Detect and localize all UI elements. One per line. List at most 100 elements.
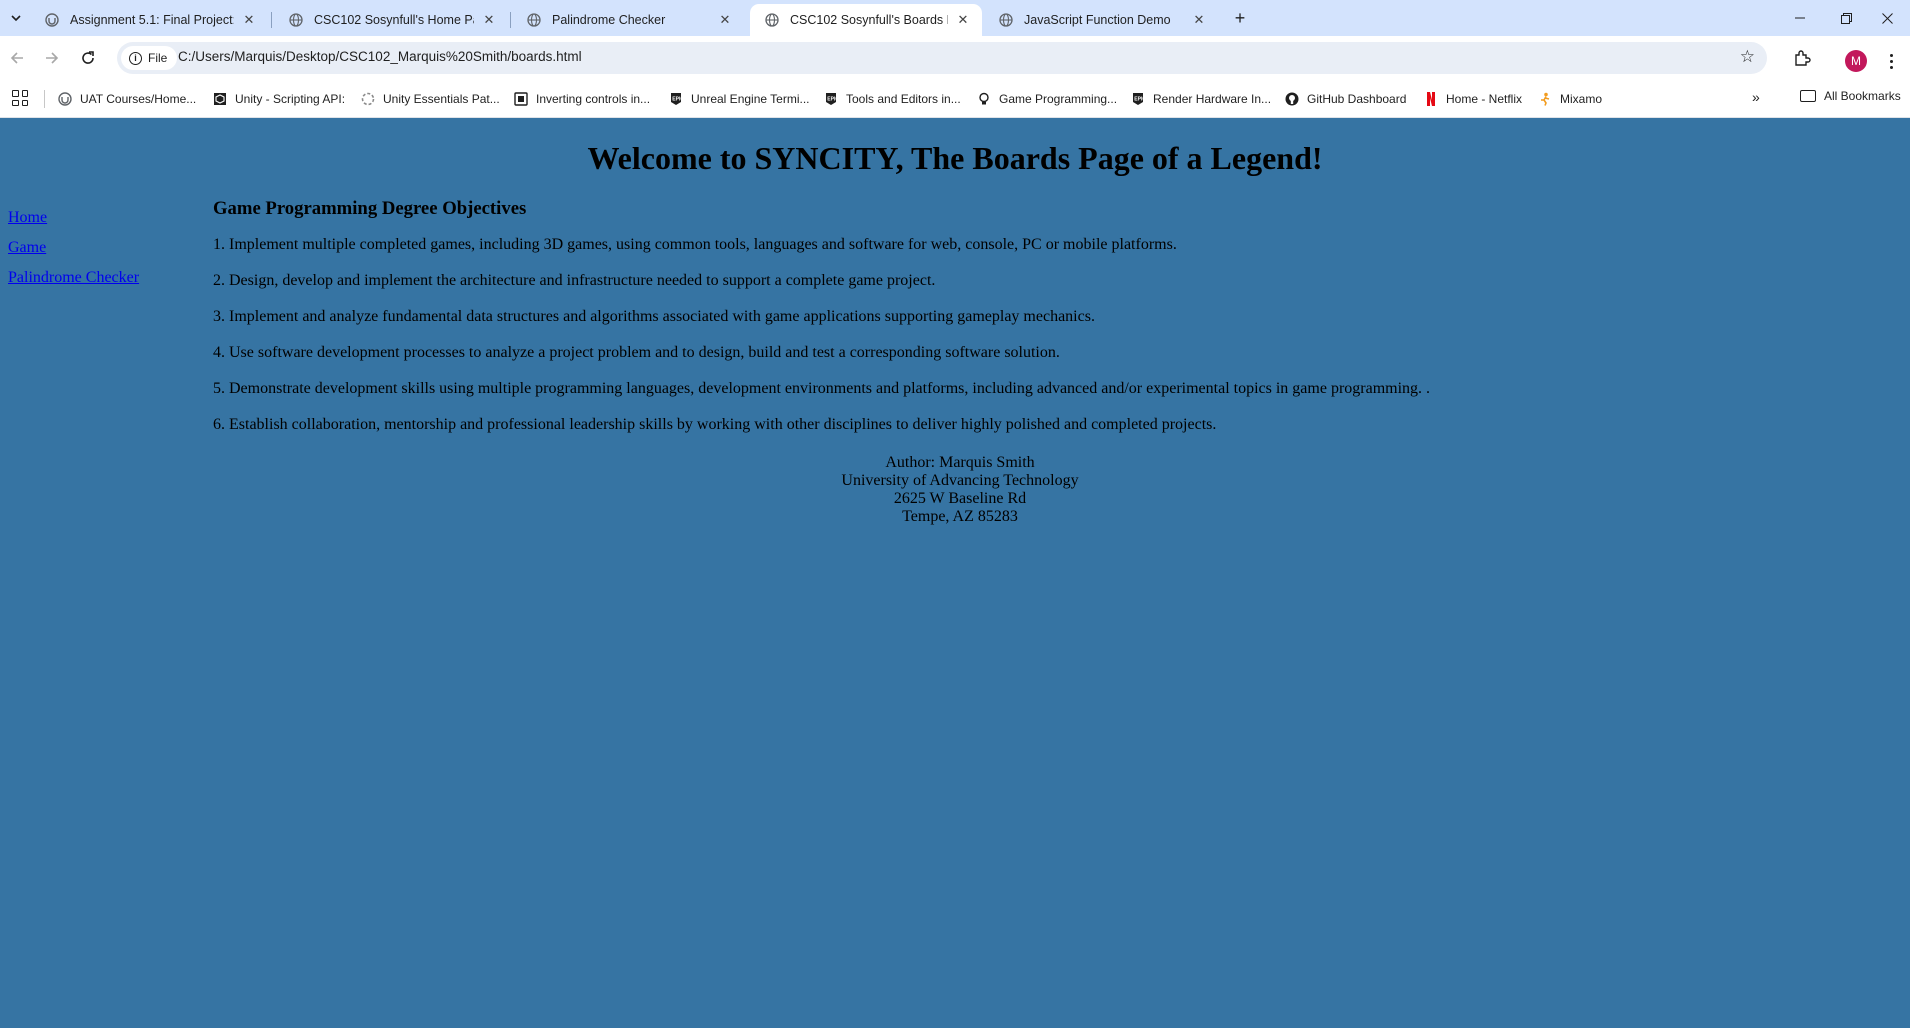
unity-learn-icon [361, 92, 375, 106]
uat-icon [44, 12, 60, 28]
close-icon[interactable]: ✕ [954, 11, 972, 29]
objective-item: 1. Implement multiple completed games, i… [213, 236, 1177, 253]
tab-function-demo[interactable]: JavaScript Function Demo ✕ [984, 4, 1218, 36]
svg-text:EPIC: EPIC [827, 97, 838, 103]
tab-title: Assignment 5.1: Final Project: W [70, 13, 234, 27]
apps-grid-icon[interactable] [12, 90, 28, 106]
tab-separator [510, 12, 511, 28]
bookmark-mixamo[interactable]: Mixamo [1538, 89, 1602, 109]
reload-icon[interactable] [74, 44, 102, 72]
tab-title: Palindrome Checker [552, 13, 666, 27]
bookmark-unity-scripting[interactable]: Unity - Scripting API: [213, 89, 345, 109]
page-footer: Author: Marquis Smith University of Adva… [0, 454, 1910, 526]
profile-avatar[interactable]: M [1845, 50, 1867, 72]
tab-search-chevron-icon[interactable] [4, 6, 28, 30]
github-icon [1285, 92, 1299, 106]
objective-item: 2. Design, develop and implement the arc… [213, 272, 936, 289]
uat-icon [58, 92, 72, 106]
bookmark-render-hardware[interactable]: EPIC Render Hardware In... [1131, 89, 1271, 109]
tab-separator [271, 12, 272, 28]
more-bookmarks-chevron-icon[interactable]: » [1752, 89, 1760, 105]
mixamo-icon [1538, 92, 1552, 106]
bulb-icon [977, 92, 991, 106]
side-navigation: Home Game Palindrome Checker [8, 209, 198, 299]
menu-kebab-icon[interactable] [1886, 49, 1896, 73]
all-bookmarks-button[interactable]: All Bookmarks [1800, 89, 1901, 103]
footer-school: University of Advancing Technology [841, 472, 1079, 489]
bookmarks-bar: UAT Courses/Home... Unity - Scripting AP… [0, 80, 1910, 118]
footer-city: Tempe, AZ 85283 [902, 508, 1018, 525]
address-bar[interactable]: i File C:/Users/Marquis/Desktop/CSC102_M… [117, 42, 1767, 74]
tab-title: CSC102 Sosynfull's Home Page [314, 13, 474, 27]
back-arrow-icon[interactable] [3, 44, 31, 72]
objectives-section: Game Programming Degree Objectives 1. Im… [213, 198, 1863, 452]
objective-item: 5. Demonstrate development skills using … [213, 380, 1431, 397]
tab-assignment[interactable]: Assignment 5.1: Final Project: W ✕ [30, 4, 268, 36]
tab-title: JavaScript Function Demo [1024, 13, 1171, 27]
bookmarks-separator [44, 90, 45, 108]
tab-boards-page[interactable]: CSC102 Sosynfull's Boards Page ✕ [750, 4, 982, 36]
epic-icon: EPIC [669, 92, 683, 106]
tab-title: CSC102 Sosynfull's Boards Page [790, 13, 948, 27]
restore-icon[interactable] [1823, 0, 1869, 36]
minimize-icon[interactable] [1777, 0, 1823, 36]
epic-icon: EPIC [1131, 92, 1145, 106]
svg-text:EPIC: EPIC [1134, 97, 1145, 103]
bookmark-label: Tools and Editors in... [846, 92, 961, 106]
tab-strip: Assignment 5.1: Final Project: W ✕ CSC10… [0, 0, 1910, 36]
nav-link-palindrome-checker[interactable]: Palindrome Checker [8, 269, 198, 287]
netflix-icon [1424, 92, 1438, 106]
bookmark-label: GitHub Dashboard [1307, 92, 1407, 106]
bookmark-label: Unreal Engine Termi... [691, 92, 810, 106]
url-text[interactable]: C:/Users/Marquis/Desktop/CSC102_Marquis%… [178, 49, 582, 64]
svg-text:EPIC: EPIC [672, 97, 683, 103]
bookmark-unity-essentials[interactable]: Unity Essentials Pat... [361, 89, 500, 109]
extensions-puzzle-icon[interactable] [1790, 46, 1814, 70]
close-icon[interactable]: ✕ [1190, 11, 1208, 29]
bookmark-label: Render Hardware In... [1153, 92, 1272, 106]
page-icon [514, 92, 528, 106]
bookmark-label: Unity Essentials Pat... [383, 92, 500, 106]
footer-street: 2625 W Baseline Rd [893, 490, 1027, 507]
globe-icon [764, 12, 780, 28]
forward-arrow-icon[interactable] [38, 44, 66, 72]
bookmark-tools-editors[interactable]: EPIC Tools and Editors in... [824, 89, 961, 109]
bookmark-label: Game Programming... [999, 92, 1118, 106]
globe-icon [526, 12, 542, 28]
close-icon[interactable]: ✕ [240, 11, 258, 29]
new-tab-plus-icon[interactable]: + [1228, 6, 1252, 30]
unity-icon [213, 92, 227, 106]
globe-icon [998, 12, 1014, 28]
close-icon[interactable]: ✕ [480, 11, 498, 29]
footer-author: Author: Marquis Smith [885, 454, 1035, 471]
objective-item: 3. Implement and analyze fundamental dat… [213, 308, 1095, 325]
bookmark-uat-courses[interactable]: UAT Courses/Home... [58, 89, 196, 109]
objective-item: 4. Use software development processes to… [213, 344, 1060, 361]
bookmark-label: Unity - Scripting API: [235, 92, 346, 106]
bookmark-github-dashboard[interactable]: GitHub Dashboard [1285, 89, 1406, 109]
close-icon[interactable]: ✕ [716, 11, 734, 29]
all-bookmarks-label: All Bookmarks [1824, 89, 1901, 103]
globe-icon [288, 12, 304, 28]
bookmark-netflix[interactable]: Home - Netflix [1424, 89, 1522, 109]
nav-link-home[interactable]: Home [8, 209, 198, 227]
bookmark-label: Mixamo [1560, 92, 1603, 106]
nav-link-game[interactable]: Game [8, 239, 198, 257]
objective-item: 6. Establish collaboration, mentorship a… [213, 416, 1217, 433]
site-info-chip[interactable]: i File [121, 46, 178, 70]
folder-icon [1800, 90, 1816, 102]
page-content: Welcome to SYNCITY, The Boards Page of a… [0, 118, 1910, 1028]
tab-palindrome-checker[interactable]: Palindrome Checker ✕ [512, 4, 744, 36]
bookmark-label: Inverting controls in... [536, 92, 651, 106]
bookmark-inverting-controls[interactable]: Inverting controls in... [514, 89, 650, 109]
bookmark-star-icon[interactable]: ☆ [1740, 47, 1755, 67]
browser-toolbar: i File C:/Users/Marquis/Desktop/CSC102_M… [0, 36, 1910, 80]
bookmark-game-programming[interactable]: Game Programming... [977, 89, 1117, 109]
bookmark-unreal-terminology[interactable]: EPIC Unreal Engine Termi... [669, 89, 810, 109]
bookmark-label: Home - Netflix [1446, 92, 1523, 106]
chip-label: File [148, 51, 168, 65]
page-heading: Welcome to SYNCITY, The Boards Page of a… [587, 140, 1323, 176]
window-close-icon[interactable] [1864, 0, 1910, 36]
section-title: Game Programming Degree Objectives [213, 198, 527, 219]
tab-home-page[interactable]: CSC102 Sosynfull's Home Page ✕ [274, 4, 508, 36]
